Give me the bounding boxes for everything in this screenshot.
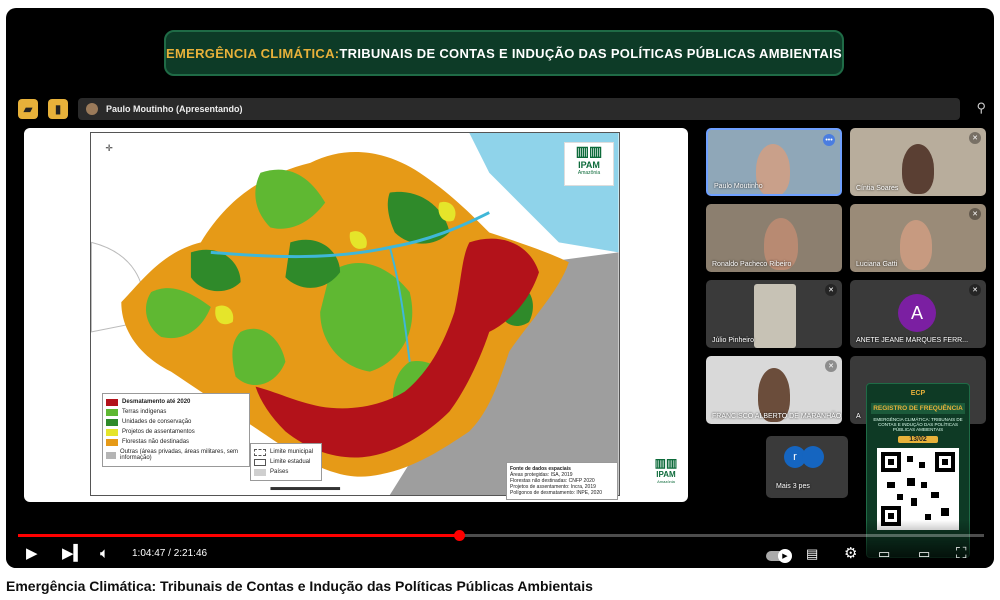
participant-tile[interactable]: ✕ FRANCISCO ALBERTO DE MARANHÃO — [706, 356, 842, 424]
participant-name: FRANCISCO ALBERTO DE MARANHÃO — [712, 413, 842, 420]
participant-tile[interactable]: ••• Paulo Moutinho — [706, 128, 842, 196]
legend-row: Desmatamento até 2020 — [106, 397, 246, 407]
settings-gear-icon[interactable]: ⚙ — [844, 546, 857, 562]
presenter-avatar — [86, 103, 98, 115]
participant-video — [900, 220, 932, 270]
folder-icon: ▰ — [18, 99, 38, 119]
more-people-label: Mais 3 pes — [776, 483, 810, 490]
autoplay-toggle[interactable]: ▶ — [766, 549, 792, 563]
participant-avatar: A — [898, 294, 936, 332]
participant-name: Paulo Moutinho — [714, 183, 763, 190]
meeting-toolbar: ▰ ▮ Paulo Moutinho (Apresentando) ⚲ — [14, 98, 988, 124]
speaking-icon: ••• — [823, 134, 835, 146]
ipam-logo-icon: ▥▥ — [575, 143, 603, 159]
legend-row: Limite estadual — [254, 457, 318, 467]
fullscreen-icon[interactable]: ⛶ — [956, 546, 967, 562]
more-participants-tile[interactable]: r Mais 3 pes — [766, 436, 848, 498]
ecp-badge: ECP — [910, 390, 926, 397]
ipam-logo-sub: Amazônia — [577, 170, 601, 176]
ipam-logo-top: ▥▥ IPAM Amazônia — [564, 142, 614, 186]
ipam-logo-text: IPAM — [578, 160, 600, 170]
ipam-logo-sub: Amazônia — [657, 479, 675, 484]
mic-off-icon: ✕ — [969, 132, 981, 144]
attendance-date: 13/02 — [898, 436, 938, 443]
participant-name: Luciana Gatti — [856, 261, 898, 268]
participant-video — [902, 144, 934, 194]
mic-off-icon: ✕ — [969, 284, 981, 296]
map-legend-limits: Limite municipal Limite estadual Países — [250, 443, 322, 481]
mic-off-icon: ✕ — [825, 284, 837, 296]
participant-video — [754, 284, 796, 348]
legend-row: Outras (áreas privadas, áreas militares,… — [106, 447, 246, 463]
miniplayer-icon[interactable]: ▭ — [878, 546, 890, 562]
autoplay-play-icon: ▶ — [778, 549, 792, 563]
event-banner: EMERGÊNCIA CLIMÁTICA: TRIBUNAIS DE CONTA… — [164, 30, 844, 76]
participant-name: ANETE JEANE MARQUES FERR... — [856, 337, 969, 344]
time-display: 1:04:47 / 2:21:46 — [132, 548, 208, 559]
mic-off-icon: ✕ — [825, 360, 837, 372]
pin-icon: ⚲ — [976, 100, 986, 115]
progress-scrubber[interactable] — [454, 530, 465, 541]
attendance-subtitle: EMERGÊNCIA CLIMÁTICA: TRIBUNAIS DE CONTA… — [873, 417, 963, 432]
theater-mode-icon[interactable]: ▭ — [918, 546, 930, 562]
participant-tile[interactable]: ✕ Júlio Pinheiro — [706, 280, 842, 348]
subtitles-icon[interactable]: ▤ — [806, 546, 818, 562]
legend-row: Países — [254, 467, 318, 477]
banner-accent: EMERGÊNCIA CLIMÁTICA: — [166, 45, 340, 61]
qr-code-graphic — [881, 452, 955, 526]
shared-slide: ✛ Desmatamento até 2020 Terras indígenas… — [24, 128, 688, 502]
map-legend: Desmatamento até 2020 Terras indígenas U… — [102, 393, 250, 467]
volume-icon[interactable]: 🔈︎ — [100, 546, 109, 562]
map-sources: Fonte de dados espaciais Áreas protegida… — [506, 462, 618, 500]
source-line: Polígonos de desmatamento: INPE, 2020 — [510, 490, 603, 496]
qr-code[interactable] — [877, 448, 959, 530]
ipam-logo-text: IPAM — [656, 470, 676, 479]
video-title[interactable]: Emergência Climática: Tribunais de Conta… — [6, 578, 593, 594]
banner-title: TRIBUNAIS DE CONTAS E INDUÇÃO DAS POLÍTI… — [339, 45, 842, 61]
svg-text:✛: ✛ — [105, 144, 113, 154]
participant-avatar — [802, 446, 824, 468]
participant-name: Ronaldo Pacheco Ribeiro — [712, 261, 792, 268]
legend-row: Terras indígenas — [106, 407, 246, 417]
presenter-indicator: Paulo Moutinho (Apresentando) — [78, 98, 960, 120]
participant-tile[interactable]: A ✕ ANETE JEANE MARQUES FERR... — [850, 280, 986, 348]
progress-bar[interactable] — [18, 530, 984, 541]
participant-tile[interactable]: ✕ Cíntia Soares — [850, 128, 986, 196]
video-player[interactable]: EMERGÊNCIA CLIMÁTICA: TRIBUNAIS DE CONTA… — [6, 8, 994, 568]
legend-row: Florestas não destinadas — [106, 437, 246, 447]
legend-row: Unidades de conservação — [106, 417, 246, 427]
participant-tile[interactable]: Ronaldo Pacheco Ribeiro — [706, 204, 842, 272]
player-controls: ▶ ▶▍ 🔈︎ 1:04:47 / 2:21:46 ▶ ▤ ⚙ ▭ ▭ ⛶ — [6, 520, 994, 568]
legend-row: Limite municipal — [254, 447, 318, 457]
participant-tile[interactable]: ✕ Luciana Gatti — [850, 204, 986, 272]
next-icon[interactable]: ▶▍ — [62, 546, 85, 562]
ipam-logo-icon: ▥▥ — [654, 456, 678, 470]
bookmark-icon: ▮ — [48, 99, 68, 119]
participant-name: A — [856, 413, 861, 420]
play-icon[interactable]: ▶ — [26, 546, 38, 562]
participant-name: Cíntia Soares — [856, 185, 899, 192]
participant-name: Júlio Pinheiro — [712, 337, 755, 344]
progress-played — [18, 534, 459, 537]
mic-off-icon: ✕ — [969, 208, 981, 220]
legend-row: Projetos de assentamentos — [106, 427, 246, 437]
ipam-logo-bottom: ▥▥ IPAM Amazônia — [648, 456, 684, 484]
attendance-title: REGISTRO DE FREQUÊNCIA — [871, 403, 965, 414]
presenter-name: Paulo Moutinho (Apresentando) — [106, 104, 243, 114]
